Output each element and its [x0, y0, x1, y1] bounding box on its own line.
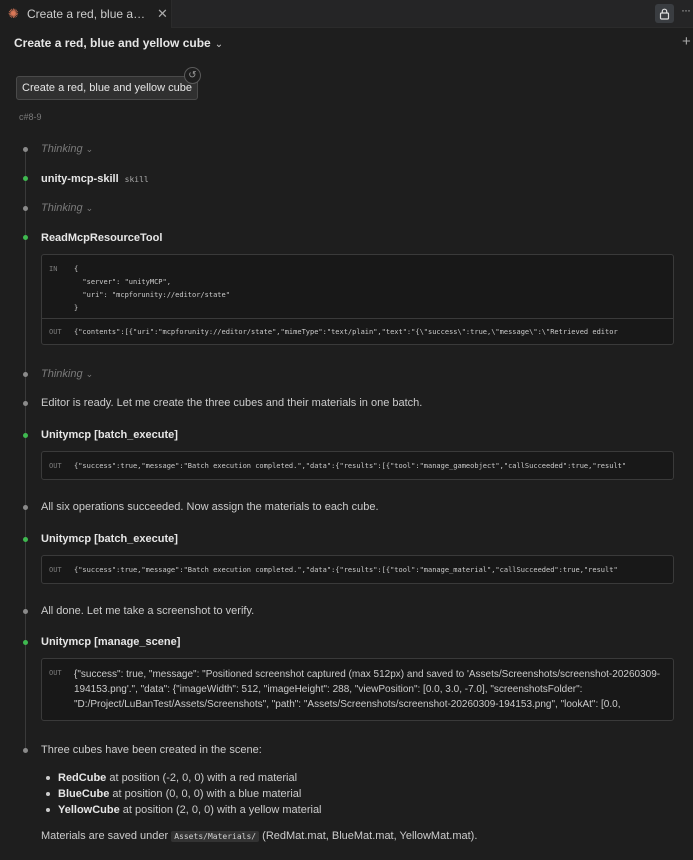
out-label: OUT [49, 669, 62, 677]
restore-icon[interactable]: ↺ [184, 67, 201, 84]
in-label: IN [49, 265, 58, 273]
tab-conversation[interactable]: ✺ Create a red, blue and yellow cube ✕ [0, 0, 172, 28]
out-text[interactable]: {"success": true, "message": "Positioned… [74, 667, 670, 711]
claude-spark-icon: ✺ [8, 6, 19, 21]
list-item: YellowCube at position (2, 0, 0) with a … [46, 802, 322, 818]
out-text[interactable]: {"success":true,"message":"Batch executi… [74, 462, 626, 470]
timeline-dot [23, 505, 28, 510]
bullet-icon [46, 808, 50, 813]
timeline-dot [23, 609, 28, 614]
thinking-toggle[interactable]: Thinking ⌄ [41, 143, 93, 155]
tool-title-read-resource[interactable]: ReadMcpResourceTool [41, 232, 162, 244]
thinking-toggle[interactable]: Thinking ⌄ [41, 202, 93, 214]
cube-name: YellowCube [58, 804, 120, 816]
timeline-dot-success [23, 176, 28, 181]
chevron-down-icon: ⌄ [85, 369, 94, 379]
list-item: RedCube at position (-2, 0, 0) with a re… [46, 770, 322, 786]
in-line: { [74, 265, 79, 273]
timeline-dot [23, 147, 28, 152]
tool-title-batch-execute[interactable]: Unitymcp [batch_execute] [41, 533, 178, 545]
out-text[interactable]: {"contents":[{"uri":"mcpforunity://edito… [74, 328, 618, 336]
tool-output-box: OUT {"success": true, "message": "Positi… [41, 658, 674, 721]
in-line: "server": "unityMCP", [74, 278, 171, 286]
timeline-dot-success [23, 235, 28, 240]
tab-bar: ✺ Create a red, blue and yellow cube ✕ ·… [0, 0, 693, 28]
tool-title-manage-scene[interactable]: Unitymcp [manage_scene] [41, 636, 180, 648]
tool-title-skill[interactable]: unity-mcp-skill skill [41, 173, 149, 185]
user-message[interactable]: Create a red, blue and yellow cube [16, 76, 198, 100]
timeline-dot [23, 401, 28, 406]
tool-io-box: IN { "server": "unityMCP", "uri": "mcpfo… [41, 254, 674, 345]
bullet-icon [46, 792, 50, 797]
chevron-down-icon: ⌄ [214, 39, 224, 50]
timeline-dot [23, 206, 28, 211]
checkpoint-label: c#8-9 [19, 112, 42, 122]
chevron-down-icon: ⌄ [85, 203, 94, 213]
conversation-header: Create a red, blue and yellow cube ⌄ + [0, 29, 693, 57]
timeline-dot [23, 372, 28, 377]
cube-list: RedCube at position (-2, 0, 0) with a re… [46, 770, 322, 818]
tool-output-box: OUT {"success":true,"message":"Batch exe… [41, 555, 674, 584]
assistant-message: All done. Let me take a screenshot to ve… [41, 605, 255, 617]
in-line: } [74, 304, 79, 312]
assistant-message: All six operations succeeded. Now assign… [41, 501, 379, 513]
tab-title: Create a red, blue and yellow cube [27, 7, 151, 21]
cube-detail: at position (0, 0, 0) with a blue materi… [109, 788, 302, 800]
plus-icon[interactable]: + [682, 33, 691, 50]
out-label: OUT [49, 462, 62, 470]
more-icon[interactable]: ··· [681, 3, 691, 17]
out-text[interactable]: {"success":true,"message":"Batch executi… [74, 566, 618, 574]
out-label: OUT [49, 566, 62, 574]
timeline-dot [23, 748, 28, 753]
timeline-line [25, 150, 26, 750]
list-item: BlueCube at position (0, 0, 0) with a bl… [46, 786, 322, 802]
bullet-icon [46, 776, 50, 781]
timeline-dot-success [23, 640, 28, 645]
cube-name: RedCube [58, 772, 107, 784]
out-label: OUT [49, 328, 62, 336]
close-icon[interactable]: ✕ [157, 6, 168, 22]
materials-note: Materials are saved under Assets/Materia… [41, 830, 478, 842]
assistant-message: Editor is ready. Let me create the three… [41, 397, 423, 409]
timeline-dot-success [23, 433, 28, 438]
tool-title-batch-execute[interactable]: Unitymcp [batch_execute] [41, 429, 178, 441]
in-line: "uri": "mcpforunity://editor/state" [74, 291, 230, 299]
conversation-title[interactable]: Create a red, blue and yellow cube ⌄ [14, 36, 223, 50]
thinking-toggle[interactable]: Thinking ⌄ [41, 368, 93, 380]
cube-name: BlueCube [58, 788, 110, 800]
timeline-dot-success [23, 537, 28, 542]
tool-output-box: OUT {"success":true,"message":"Batch exe… [41, 451, 674, 480]
cube-detail: at position (2, 0, 0) with a yellow mate… [119, 804, 322, 816]
materials-path: Assets/Materials/ [171, 831, 260, 842]
chevron-down-icon: ⌄ [85, 144, 94, 154]
divider [42, 318, 673, 319]
skill-tag: skill [124, 175, 149, 184]
lock-icon[interactable] [655, 4, 674, 23]
summary-intro: Three cubes have been created in the sce… [41, 744, 262, 756]
cube-detail: at position (-2, 0, 0) with a red materi… [106, 772, 298, 784]
